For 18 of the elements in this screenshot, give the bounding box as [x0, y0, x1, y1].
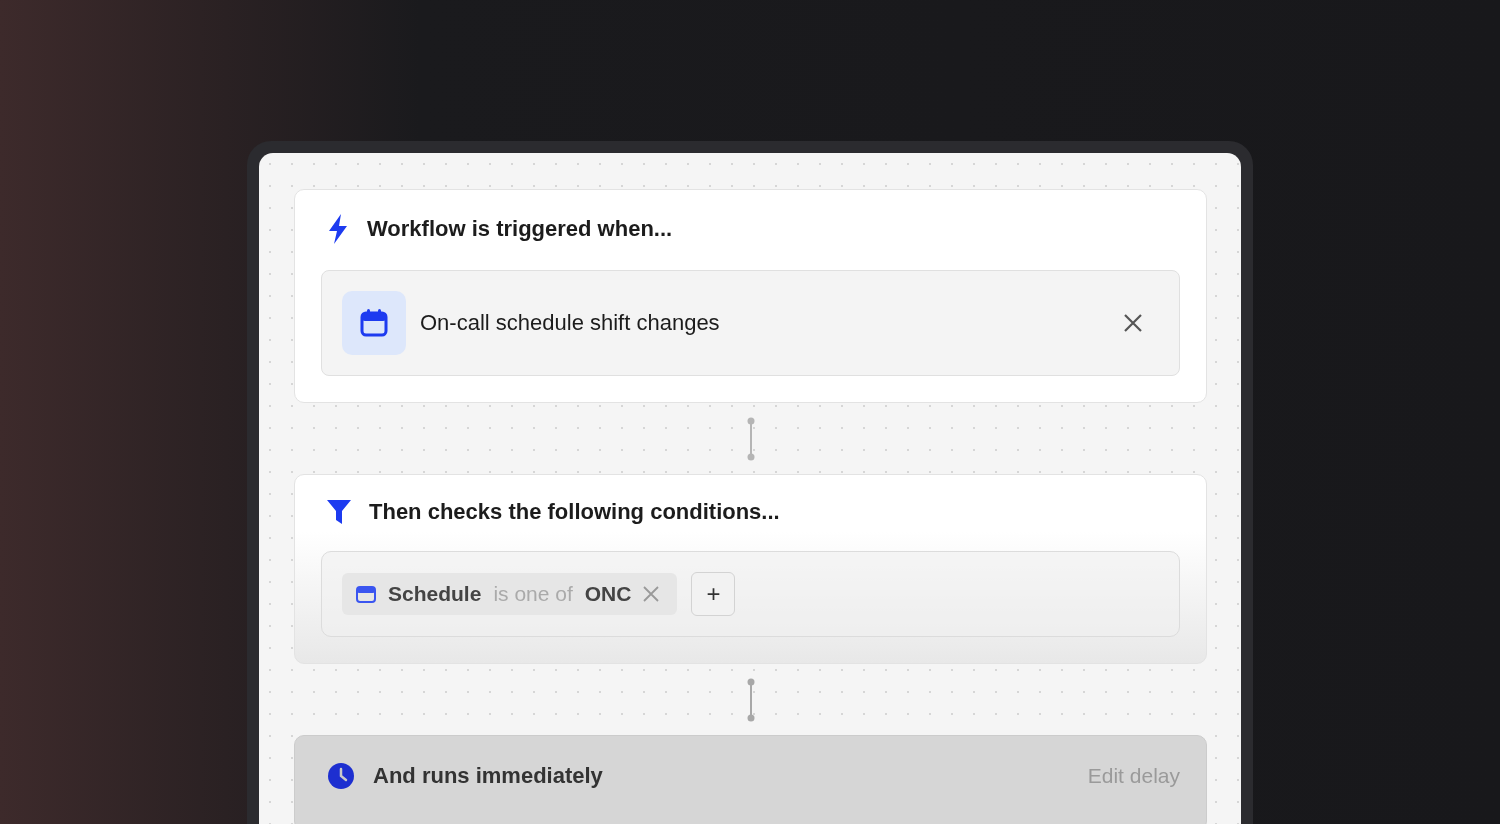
calendar-icon — [342, 291, 406, 355]
filter-value: ONC — [584, 582, 632, 606]
calendar-icon — [356, 584, 376, 604]
connector-line — [745, 677, 756, 722]
delay-title: And runs immediately — [373, 763, 603, 789]
clock-icon — [327, 762, 355, 790]
add-button[interactable]: + — [691, 572, 736, 616]
lightning-icon — [327, 214, 349, 244]
trigger-item[interactable]: On-call schedule shift changes — [321, 270, 1180, 376]
filter-icon — [327, 499, 351, 525]
trigger-label: On-call schedule shift changes — [420, 310, 720, 336]
filter-chip[interactable]: Schedule is one of ONC — [342, 573, 678, 615]
connector-line — [745, 416, 756, 461]
conditions-title: Then checks the following conditions... — [369, 499, 780, 525]
filter-field: Schedule — [388, 582, 482, 606]
close-icon[interactable] — [1123, 313, 1143, 333]
filter-operator: is one of — [493, 582, 573, 606]
trigger-title: Workflow is triggered when... — [367, 216, 673, 242]
